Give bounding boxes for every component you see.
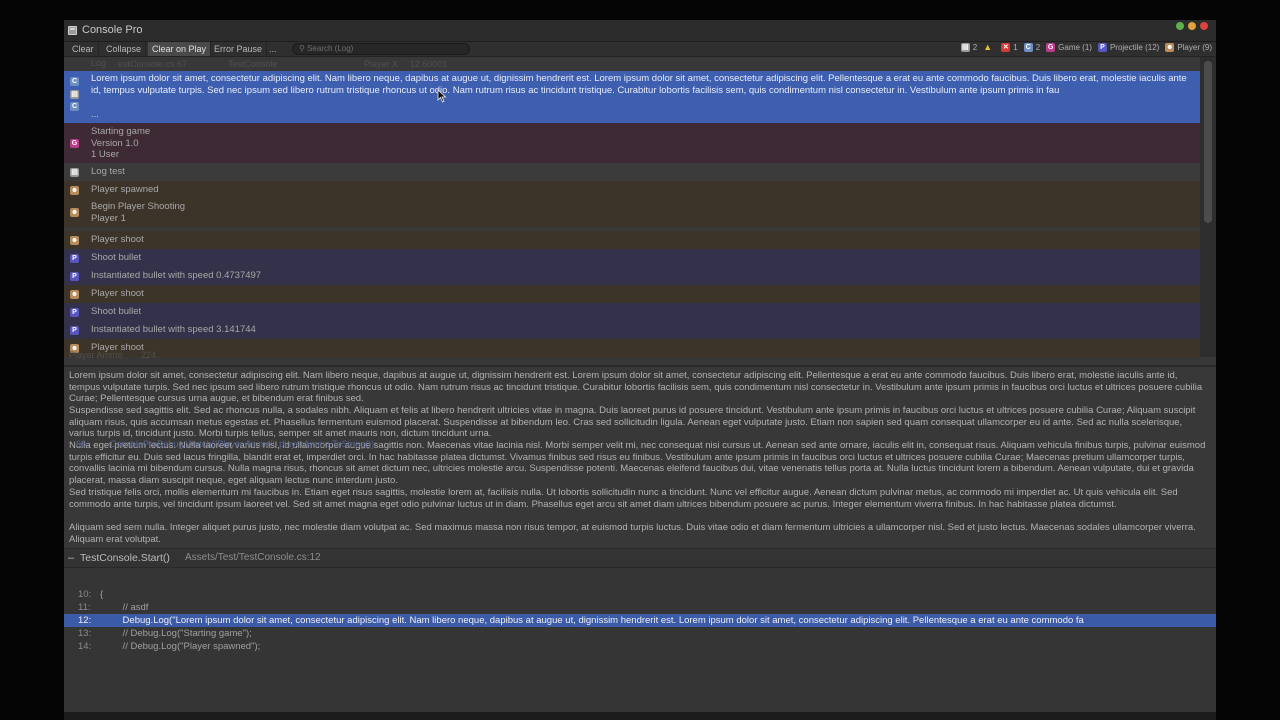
maximize-button[interactable]: [1176, 22, 1184, 30]
window-title: Console Pro: [82, 24, 143, 36]
error-icon: ✕: [1001, 43, 1011, 52]
log-ellipsis: ...: [91, 109, 99, 120]
info-icon: C: [70, 102, 79, 111]
log-row[interactable]: P Instantiated bullet with speed 3.14174…: [64, 321, 1200, 339]
projectile-icon: P: [70, 272, 79, 281]
log-message: Player spawned: [91, 184, 159, 195]
log-row[interactable]: P Instantiated bullet with speed 0.47374…: [64, 267, 1200, 285]
log-message: Lorem ipsum dolor sit amet, consectetur …: [91, 73, 1187, 96]
projectile-icon: P: [70, 326, 79, 335]
stack-function[interactable]: TestConsole.Start(): [80, 552, 170, 564]
filter-info[interactable]: C2: [1023, 43, 1040, 52]
info-icon: C: [70, 77, 79, 86]
filter-game[interactable]: G Game (1): [1046, 43, 1092, 52]
log-row[interactable]: C ▤ C Lorem ipsum dolor sit amet, consec…: [64, 71, 1200, 123]
log-row[interactable]: ☻ Player shoot: [64, 285, 1200, 303]
window-tab[interactable]: Console Pro: [68, 24, 143, 36]
projectile-icon: P: [1097, 43, 1107, 52]
source-preview: 10:{ 11: // asdf 12: Debug.Log("Lorem ip…: [64, 568, 1216, 720]
log-message: Instantiated bullet with speed 3.141744: [91, 324, 256, 335]
log-icon: ▤: [70, 168, 79, 177]
log-icon: ▤: [70, 90, 79, 99]
code-line: 13: // Debug.Log("Starting game");: [78, 628, 252, 639]
more-button[interactable]: ...: [265, 42, 281, 56]
log-message: Begin Player Shooting Player 1: [91, 201, 186, 224]
player-icon: ☻: [70, 186, 79, 195]
log-row[interactable]: ☻ Begin Player Shooting Player 1: [64, 199, 1200, 227]
log-message: Starting game Version 1.0 1 User: [91, 126, 151, 160]
log-message: Shoot bullet: [91, 252, 142, 263]
log-row[interactable]: G Starting game Version 1.0 1 User: [64, 123, 1200, 163]
log-row[interactable]: ☻ Player shoot: [64, 231, 1200, 249]
log-message: Instantiated bullet with speed 0.4737497: [91, 270, 262, 281]
log-message: Shoot bullet: [91, 306, 142, 317]
collapse-icon[interactable]: –: [68, 552, 74, 564]
ghost-ammo-label: Player Ammo: [69, 350, 123, 360]
console-pro-window: Console Pro Clear Collapse Clear on Play…: [64, 20, 1216, 720]
ghost-debug-line: 68: [76, 439, 87, 449]
error-pause-button[interactable]: Error Pause: [210, 42, 268, 56]
game-icon: G: [1046, 43, 1056, 52]
log-message: Log test: [91, 166, 125, 177]
projectile-icon: P: [70, 254, 79, 263]
clear-on-play-button[interactable]: Clear on Play: [148, 42, 212, 56]
minimize-button[interactable]: [1188, 22, 1196, 30]
log-row[interactable]: ☻ Player shoot: [64, 339, 1200, 357]
detail-paragraph: Lorem ipsum dolor sit amet, consectetur …: [69, 370, 1203, 405]
info-icon: C: [1023, 43, 1033, 52]
log-message: Player shoot: [91, 342, 144, 353]
window-controls: [1176, 22, 1208, 30]
toolbar: Clear Collapse Clear on Play Error Pause…: [64, 42, 1216, 57]
scrollbar-thumb[interactable]: [1204, 61, 1212, 223]
message-detail-panel[interactable]: Lorem ipsum dolor sit amet, consectetur …: [64, 365, 1216, 545]
filter-toggles: ▤ 2 ▲ ✕ 1 C2 G Game (1) P Projectile (12) ☻ P…: [960, 43, 1212, 52]
log-row[interactable]: ☻ Player spawned: [64, 181, 1200, 199]
search-icon: ⚲: [299, 44, 305, 53]
log-list[interactable]: C ▤ C Lorem ipsum dolor sit amet, consec…: [64, 57, 1200, 357]
log-icon: ▤: [960, 43, 970, 52]
close-button[interactable]: [1200, 22, 1208, 30]
player-icon: ☻: [70, 208, 79, 217]
log-list-scrollbar[interactable]: [1200, 57, 1216, 357]
detail-paragraph: Aliquam sed sem nulla. Integer aliquet p…: [69, 522, 1196, 545]
filter-error[interactable]: ✕ 1: [1001, 43, 1018, 52]
log-row[interactable]: P Shoot bullet: [64, 303, 1200, 321]
search-input[interactable]: ⚲ Search (Log): [292, 43, 470, 55]
mouse-cursor-icon: [437, 89, 447, 103]
ghost-ammo-value: 224: [141, 350, 157, 360]
detail-paragraph: Suspendisse sed sagittis elit. Sed ac rh…: [69, 405, 1196, 440]
ghost-debug-call: ConsoleProDebug.Watch("Player Ammo", pla…: [110, 439, 377, 449]
clear-button[interactable]: Clear: [68, 42, 99, 56]
warning-icon: ▲: [983, 42, 993, 52]
screen: Console Pro Clear Collapse Clear on Play…: [0, 0, 1280, 720]
log-row[interactable]: ▤ Log test: [64, 163, 1200, 181]
code-line: 10:{: [78, 589, 104, 600]
code-line: 14: // Debug.Log("Player spawned");: [78, 641, 261, 652]
stack-file-path[interactable]: Assets/Test/TestConsole.cs:12: [185, 552, 321, 563]
player-icon: ☻: [70, 290, 79, 299]
code-line-highlighted: 12: Debug.Log("Lorem ipsum dolor sit ame…: [64, 614, 1216, 627]
collapse-button[interactable]: Collapse: [102, 42, 147, 56]
code-line: 11: // asdf: [78, 602, 149, 613]
player-icon: ☻: [70, 236, 79, 245]
filter-player[interactable]: ☻ Player (9): [1165, 43, 1212, 52]
filter-log[interactable]: ▤ 2: [960, 43, 977, 52]
log-row[interactable]: P Shoot bullet: [64, 249, 1200, 267]
filter-warning[interactable]: ▲: [983, 43, 995, 52]
title-bar: Console Pro: [64, 20, 1216, 42]
log-message: Player shoot: [91, 288, 144, 299]
log-message: Player shoot: [91, 234, 144, 245]
filter-projectile[interactable]: P Projectile (12): [1097, 43, 1159, 52]
console-icon: [68, 25, 77, 35]
player-icon: ☻: [1165, 43, 1175, 52]
game-icon: G: [70, 139, 79, 148]
detail-paragraph: Sed tristique felis orci, mollis element…: [69, 487, 1178, 510]
stack-trace-entry[interactable]: – TestConsole.Start() Assets/Test/TestCo…: [64, 548, 1216, 568]
projectile-icon: P: [70, 308, 79, 317]
search-placeholder: Search (Log): [307, 44, 354, 53]
bottom-edge: [64, 712, 1216, 720]
